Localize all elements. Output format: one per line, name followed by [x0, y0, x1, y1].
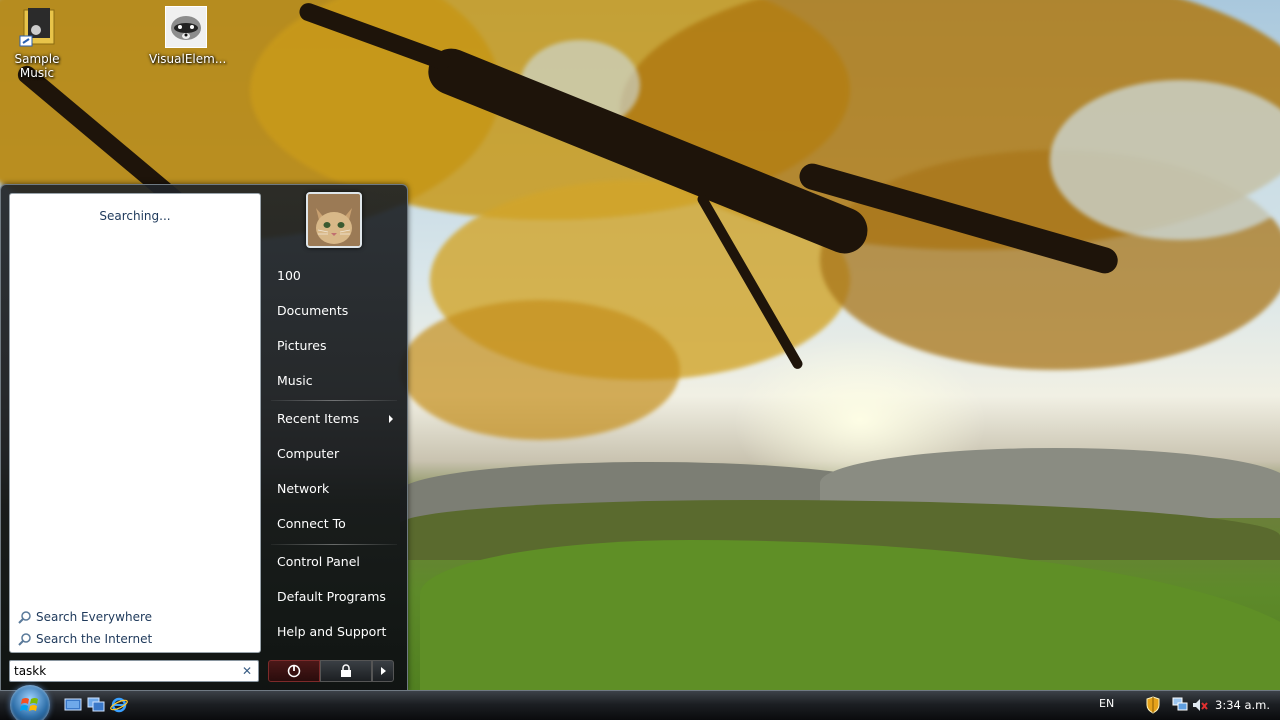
desktop-icon-sample-music[interactable]: Sample Music	[0, 4, 74, 80]
desktop-icon-visualelements[interactable]: VisualElem...	[149, 4, 227, 66]
switch-windows-icon	[87, 697, 105, 712]
volume-tray-button[interactable]	[1191, 697, 1209, 713]
show-desktop-button[interactable]	[64, 697, 82, 713]
security-tray-button[interactable]	[1145, 696, 1163, 714]
search-internet-label: Search the Internet	[36, 632, 153, 646]
magnifier-icon	[18, 611, 31, 624]
language-indicator[interactable]: EN	[1099, 697, 1114, 710]
menu-item-network[interactable]: Network	[267, 476, 397, 502]
menu-item-label: Pictures	[277, 338, 327, 353]
menu-item-connect-to[interactable]: Connect To	[267, 511, 397, 537]
power-button[interactable]	[268, 660, 320, 682]
clear-search-icon[interactable]: ✕	[242, 664, 252, 678]
menu-item-control-panel[interactable]: Control Panel	[267, 549, 397, 575]
start-search-input[interactable]	[14, 663, 230, 679]
menu-item-recent-items[interactable]: Recent Items	[267, 406, 397, 432]
taskbar: EN 3:34 a.m.	[0, 685, 1280, 720]
lock-icon	[341, 664, 351, 677]
internet-explorer-button[interactable]	[110, 697, 128, 713]
menu-item-default-programs[interactable]: Default Programs	[267, 584, 397, 610]
menu-item-documents[interactable]: Documents	[267, 298, 397, 324]
show-desktop-icon	[64, 698, 82, 711]
search-internet-link[interactable]: Search the Internet	[18, 630, 152, 648]
menu-item-computer[interactable]: Computer	[267, 441, 397, 467]
start-search-box[interactable]: ✕	[9, 660, 259, 682]
menu-item-label: Default Programs	[277, 589, 386, 604]
internet-explorer-icon	[110, 697, 128, 713]
menu-item-label: Music	[277, 373, 313, 388]
windows-logo-icon	[20, 698, 38, 711]
network-icon	[1172, 697, 1188, 711]
arrow-right-icon	[381, 667, 386, 675]
magnifier-icon	[18, 633, 31, 646]
clock[interactable]: 3:34 a.m.	[1215, 698, 1270, 712]
search-results-pane: Searching... Search Everywhere Search th…	[9, 193, 261, 653]
menu-item-help-and-support[interactable]: Help and Support	[267, 619, 397, 645]
submenu-arrow-icon	[389, 415, 393, 423]
menu-separator	[271, 400, 397, 401]
menu-item-label: Recent Items	[277, 411, 360, 426]
menu-item-label: Help and Support	[277, 624, 387, 639]
menu-item-label: 100	[277, 268, 301, 283]
start-menu: Searching... Search Everywhere Search th…	[0, 184, 408, 692]
search-everywhere-link[interactable]: Search Everywhere	[18, 608, 152, 626]
power-icon	[287, 664, 301, 678]
music-folder-icon	[16, 6, 58, 48]
menu-item-label: Documents	[277, 303, 349, 318]
menu-item-pictures[interactable]: Pictures	[267, 333, 397, 359]
menu-item-label: Network	[277, 481, 330, 496]
network-tray-button[interactable]	[1171, 697, 1189, 713]
desktop: Sample Music VisualElem... Searching...	[0, 0, 1280, 720]
start-button[interactable]	[10, 685, 50, 720]
power-options-button[interactable]	[372, 660, 394, 682]
menu-item-label: Computer	[277, 446, 340, 461]
menu-item-user-folder[interactable]: 100	[267, 263, 397, 289]
desktop-icon-label: VisualElem...	[149, 52, 227, 66]
menu-separator	[271, 544, 397, 545]
menu-item-label: Connect To	[277, 516, 346, 531]
desktop-icon-label: Sample Music	[14, 52, 60, 80]
search-everywhere-label: Search Everywhere	[36, 610, 152, 624]
menu-item-music[interactable]: Music	[267, 368, 397, 394]
security-shield-icon	[1146, 696, 1160, 714]
lock-button[interactable]	[320, 660, 372, 682]
menu-item-label: Control Panel	[277, 554, 360, 569]
raccoon-image-icon	[165, 6, 207, 48]
switch-windows-button[interactable]	[87, 697, 105, 713]
volume-muted-icon	[1193, 699, 1208, 711]
kitten-avatar-icon	[308, 194, 360, 246]
searching-status: Searching...	[99, 209, 171, 223]
user-picture[interactable]	[306, 192, 362, 248]
power-controls	[268, 660, 394, 682]
